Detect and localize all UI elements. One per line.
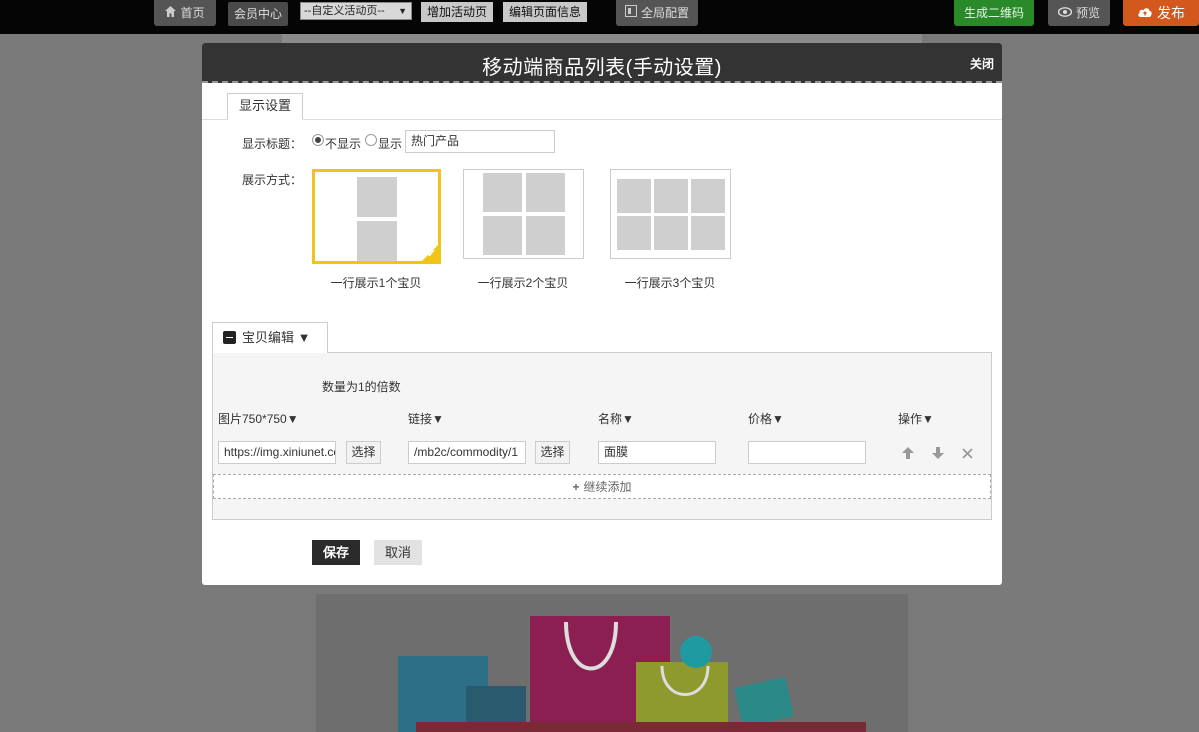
move-up-icon[interactable] <box>902 447 914 462</box>
page-select[interactable]: --自定义活动页-- ▼ <box>300 2 412 20</box>
column-header-actions[interactable]: 操作▼ <box>898 410 934 427</box>
product-name-input[interactable]: 面膜 <box>598 441 716 464</box>
delete-icon[interactable] <box>962 447 973 462</box>
cloud-upload-icon <box>1137 0 1153 26</box>
generate-qrcode-button[interactable]: 生成二维码 <box>954 0 1034 26</box>
show-title-label: 显示标题： <box>242 137 303 151</box>
column-header-image[interactable]: 图片750*750▼ <box>218 410 299 427</box>
column-header-name[interactable]: 名称▼ <box>598 410 634 427</box>
image-url-input[interactable]: https://img.xiniunet.com <box>218 441 336 464</box>
global-config-label: 全局配置 <box>640 6 689 20</box>
add-more-label: 继续添加 <box>583 480 632 494</box>
layout-cell <box>526 173 565 212</box>
layout-option-2-per-row[interactable] <box>463 169 584 259</box>
layout-caption-3: 一行展示3个宝贝 <box>624 276 716 290</box>
tab-display-settings[interactable]: 显示设置 <box>227 93 303 120</box>
cancel-button[interactable]: 取消 <box>374 540 422 565</box>
edit-page-info-button[interactable]: 编辑页面信息 <box>503 2 587 22</box>
plus-icon: + <box>572 480 580 494</box>
radio-hide-title[interactable] <box>312 134 324 146</box>
radio-hide-label: 不显示 <box>325 137 362 151</box>
background-banner-image <box>316 594 908 732</box>
dialog-header: 移动端商品列表(手动设置) 关闭 <box>202 43 1002 83</box>
save-button[interactable]: 保存 <box>312 540 360 565</box>
layout-cell <box>617 179 651 213</box>
layout-cell <box>357 177 397 217</box>
chevron-down-icon: ▼ <box>398 6 407 16</box>
product-list-dialog: 移动端商品列表(手动设置) 关闭 显示设置 显示标题： 不显示 显示 热门产品 … <box>202 43 1002 585</box>
product-edit-toggle[interactable]: 宝贝编辑 ▼ <box>212 322 328 353</box>
preview-button[interactable]: 预览 <box>1048 0 1110 26</box>
radio-show-label: 显示 <box>378 137 403 151</box>
layout-cell <box>483 173 522 212</box>
column-header-price[interactable]: 价格▼ <box>748 410 784 427</box>
top-toolbar: 首页 会员中心 --自定义活动页-- ▼ 增加活动页 编辑页面信息 全局配置 生… <box>0 0 1199 34</box>
product-edit-label: 宝贝编辑 ▼ <box>242 330 311 345</box>
layout-option-1-per-row[interactable]: ✔ <box>312 169 441 264</box>
member-center-button[interactable]: 会员中心 <box>228 2 288 26</box>
check-icon: ✔ <box>426 248 436 260</box>
layout-cell <box>526 216 565 255</box>
column-header-link[interactable]: 链接▼ <box>408 410 444 427</box>
home-icon <box>165 0 177 26</box>
select-image-button[interactable]: 选择 <box>346 441 381 464</box>
layout-cell <box>357 221 397 261</box>
layout-cell <box>691 216 725 250</box>
settings-icon <box>624 0 637 26</box>
close-button[interactable]: 关闭 <box>970 55 994 72</box>
home-button[interactable]: 首页 <box>154 0 216 26</box>
add-page-button[interactable]: 增加活动页 <box>421 2 493 22</box>
link-url-input[interactable]: /mb2c/commodity/1 <box>408 441 526 464</box>
shopping-bags-illustration <box>398 616 866 732</box>
layout-cell <box>617 216 651 250</box>
publish-label: 发布 <box>1157 5 1185 21</box>
move-down-icon[interactable] <box>932 447 944 462</box>
radio-show-title[interactable] <box>365 134 377 146</box>
layout-cell <box>691 179 725 213</box>
layout-caption-1: 一行展示1个宝贝 <box>330 276 422 290</box>
publish-button[interactable]: 发布 <box>1123 0 1199 26</box>
price-input[interactable] <box>748 441 866 464</box>
quantity-hint: 数量为1的倍数 <box>322 380 401 394</box>
title-input[interactable]: 热门产品 <box>405 130 555 153</box>
preview-label: 预览 <box>1075 6 1100 20</box>
eye-icon <box>1057 0 1073 26</box>
add-more-button[interactable]: + 继续添加 <box>213 474 991 499</box>
layout-option-3-per-row[interactable] <box>610 169 731 259</box>
collapse-icon <box>223 331 236 344</box>
home-label: 首页 <box>180 6 205 20</box>
tab-bar: 显示设置 <box>202 93 1002 120</box>
layout-caption-2: 一行展示2个宝贝 <box>477 276 569 290</box>
display-mode-label: 展示方式： <box>242 173 303 187</box>
layout-cell <box>654 216 688 250</box>
page-select-value: --自定义活动页-- <box>304 5 385 17</box>
dialog-title: 移动端商品列表(手动设置) <box>482 57 722 79</box>
select-link-button[interactable]: 选择 <box>535 441 570 464</box>
global-config-button[interactable]: 全局配置 <box>616 0 698 26</box>
layout-cell <box>483 216 522 255</box>
layout-cell <box>654 179 688 213</box>
